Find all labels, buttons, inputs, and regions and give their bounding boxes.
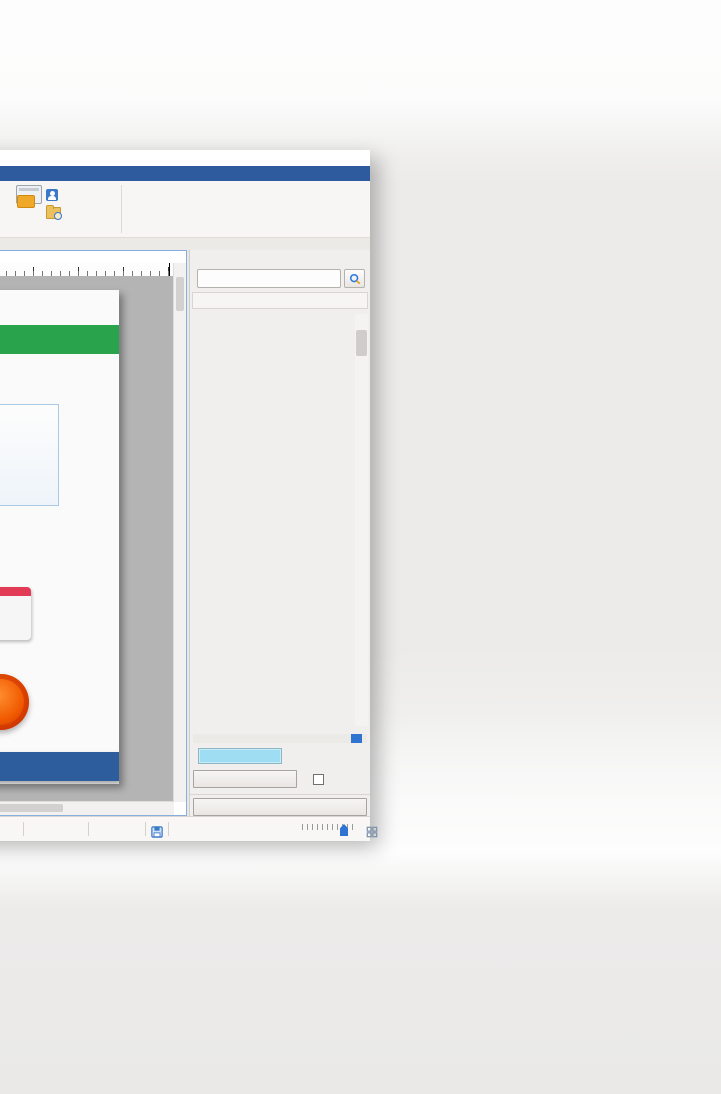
library-vertical-scrollbar[interactable] xyxy=(355,314,368,726)
remove-picture-button[interactable] xyxy=(193,798,367,816)
library-combo[interactable] xyxy=(197,269,341,288)
canvas-vertical-scrollbar[interactable] xyxy=(173,263,186,802)
hscroll-thumb[interactable] xyxy=(0,804,63,812)
fit-view-icon[interactable] xyxy=(366,823,378,835)
library-hscroll-thumb[interactable] xyxy=(351,734,362,743)
library-search-button[interactable] xyxy=(344,269,365,288)
contacts-icon xyxy=(46,189,58,201)
alarm-widget-header xyxy=(0,587,31,596)
timestamp-bar[interactable] xyxy=(0,752,119,781)
state-color-swatch[interactable] xyxy=(198,748,282,764)
design-canvas-window xyxy=(0,250,187,816)
library-vscroll-thumb[interactable] xyxy=(356,330,367,356)
ribbon xyxy=(0,181,370,238)
toolbar-strip xyxy=(0,238,370,250)
record-button[interactable] xyxy=(0,674,29,730)
canvas-horizontal-scrollbar[interactable] xyxy=(0,801,174,815)
auto-checkbox[interactable] xyxy=(313,774,324,785)
editor-window xyxy=(0,150,370,839)
green-banner[interactable] xyxy=(0,325,119,354)
file-browser-button[interactable] xyxy=(46,205,65,221)
picture-grid xyxy=(190,310,370,732)
set-to-all-states-button[interactable] xyxy=(193,770,297,788)
channel-list-panel[interactable] xyxy=(0,404,59,506)
alarm-widget[interactable] xyxy=(0,587,31,640)
channel-panel-title xyxy=(0,405,58,415)
canvas-workspace[interactable] xyxy=(0,276,174,802)
contacts-editor-button[interactable] xyxy=(46,187,65,203)
titlebar xyxy=(0,150,370,166)
document-titlebar xyxy=(0,166,370,181)
js-related-icon xyxy=(16,185,42,204)
save-icon[interactable] xyxy=(151,823,163,835)
bell-icon xyxy=(0,596,31,636)
ruler-cursor xyxy=(169,263,170,276)
status-bar xyxy=(0,816,370,841)
picture-library-panel xyxy=(189,250,370,816)
search-icon xyxy=(349,273,361,285)
library-group-label xyxy=(192,292,368,309)
window-content xyxy=(0,250,370,816)
library-horizontal-scrollbar[interactable] xyxy=(193,734,367,743)
js-badge xyxy=(17,195,35,208)
hmi-page[interactable] xyxy=(0,290,119,784)
vscroll-thumb[interactable] xyxy=(176,277,184,311)
panel-divider xyxy=(190,794,370,795)
horizontal-ruler xyxy=(0,263,174,277)
folder-search-icon xyxy=(46,207,61,219)
ribbon-separator xyxy=(121,185,122,233)
swatch-caret-icon[interactable] xyxy=(282,748,296,764)
screen xyxy=(0,0,721,1094)
